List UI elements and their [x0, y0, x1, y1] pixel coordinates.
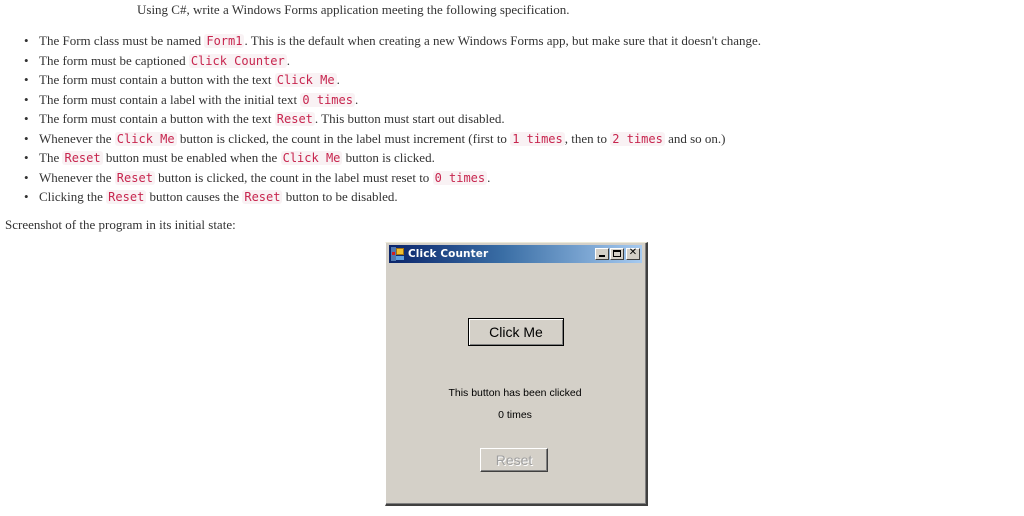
minimize-button[interactable] — [595, 248, 609, 260]
spec-text: . — [354, 91, 359, 107]
spec-text: button is clicked, the count in the labe… — [154, 169, 433, 185]
minimize-icon — [599, 255, 605, 257]
intro-text: Using C#, write a Windows Forms applicat… — [137, 2, 570, 17]
bullet-icon: • — [24, 91, 29, 107]
inline-code: Click Counter — [188, 53, 287, 68]
spec-text: and so on.) — [664, 130, 726, 146]
clicked-label: This button has been clicked — [448, 387, 582, 399]
spec-text: Clicking the — [39, 189, 107, 204]
spec-item: • The form must contain a button with the… — [0, 109, 761, 129]
inline-code: 2 times — [610, 131, 665, 146]
title-bar[interactable]: Click Counter ✕ — [389, 245, 642, 263]
spec-list: • The Form class must be named Form1. Thi… — [0, 31, 761, 207]
maximize-button[interactable] — [610, 248, 624, 260]
bullet-icon: • — [24, 150, 29, 165]
inline-code: Reset — [114, 170, 155, 185]
spec-text: button causes the — [146, 189, 243, 204]
inline-code: 0 times — [300, 92, 355, 107]
screenshot-caption: Screenshot of the program in its initial… — [5, 217, 236, 232]
spec-text: button is clicked, the count in the labe… — [176, 130, 511, 146]
bullet-icon: • — [24, 111, 29, 126]
spec-item: • The form must be captioned Click Counte… — [0, 51, 761, 71]
inline-code: Reset — [274, 112, 315, 126]
inline-code: 0 times — [432, 170, 488, 185]
spec-text: The Form class must be named — [39, 33, 205, 48]
window-title: Click Counter — [408, 248, 489, 260]
app-form-icon[interactable] — [391, 247, 405, 261]
count-label: 0 times — [498, 409, 532, 421]
spec-text: Whenever the — [39, 130, 115, 146]
inline-code: Form1 — [204, 34, 245, 48]
spec-text: The form must be captioned — [39, 52, 189, 68]
spec-text: Whenever the — [39, 169, 115, 185]
spec-text: . This is the default when creating a ne… — [244, 33, 762, 48]
inline-code: Click Me — [274, 73, 337, 87]
bullet-icon: • — [24, 169, 29, 185]
spec-text: button is clicked. — [342, 150, 435, 165]
bullet-icon: • — [24, 189, 29, 204]
click-me-button[interactable]: Click Me — [468, 318, 564, 346]
inline-code: Click Me — [280, 151, 343, 165]
spec-item: • The form must contain a label with the … — [0, 90, 761, 110]
bullet-icon: • — [24, 33, 29, 48]
spec-text: . — [286, 52, 290, 68]
spec-text: , then to — [564, 130, 611, 146]
maximize-icon — [613, 250, 621, 257]
spec-text: . This button must start out disabled. — [314, 111, 505, 126]
spec-item: • Clicking the Reset button causes the Re… — [0, 187, 761, 207]
spec-item: • Whenever the Click Me button is clicked… — [0, 129, 761, 149]
spec-text: The — [39, 150, 63, 165]
bullet-icon: • — [24, 52, 29, 68]
bullet-icon: • — [24, 72, 29, 87]
spec-text: . — [336, 72, 340, 87]
inline-code: Reset — [106, 190, 147, 204]
spec-text: The form must contain a label with the i… — [39, 91, 301, 107]
spec-text: . — [487, 169, 491, 185]
spec-item: • The Reset button must be enabled when t… — [0, 148, 761, 168]
spec-text: The form must contain a button with the … — [39, 72, 275, 87]
spec-text: button must be enabled when the — [102, 150, 281, 165]
reset-button[interactable]: Reset — [480, 448, 548, 472]
form-window: Click Counter ✕ Click Me This button has… — [385, 242, 648, 506]
window-controls: ✕ — [594, 247, 640, 260]
spec-item: • The Form class must be named Form1. Thi… — [0, 31, 761, 51]
bullet-icon: • — [24, 130, 29, 146]
spec-text: The form must contain a button with the … — [39, 111, 275, 126]
close-icon: ✕ — [628, 247, 638, 258]
spec-item: • The form must contain a button with the… — [0, 70, 761, 90]
inline-code: Reset — [242, 190, 283, 204]
inline-code: Reset — [62, 151, 103, 165]
inline-code: Click Me — [114, 131, 177, 146]
inline-code: 1 times — [510, 131, 565, 146]
spec-item: • Whenever the Reset button is clicked, t… — [0, 168, 761, 188]
spec-text: button to be disabled. — [282, 189, 398, 204]
close-button[interactable]: ✕ — [626, 247, 640, 260]
